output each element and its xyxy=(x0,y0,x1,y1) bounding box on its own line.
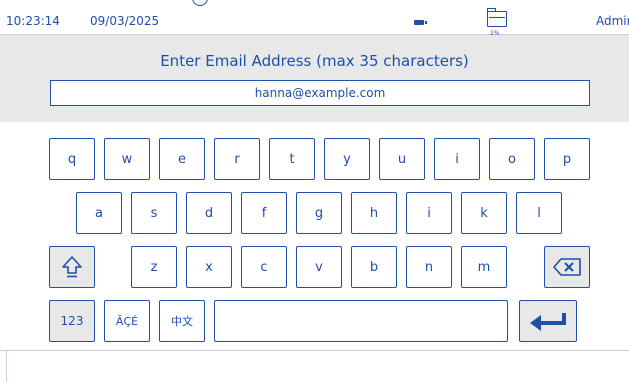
shift-key[interactable] xyxy=(49,246,95,288)
key-m[interactable]: m xyxy=(461,246,507,288)
key-n[interactable]: n xyxy=(406,246,452,288)
entry-title: Enter Email Address (max 35 characters) xyxy=(160,52,469,70)
footer-divider xyxy=(0,350,629,351)
key-l[interactable]: l xyxy=(516,192,562,234)
key-w[interactable]: w xyxy=(104,138,150,180)
key-b[interactable]: b xyxy=(351,246,397,288)
numbers-key[interactable]: 123 xyxy=(49,300,95,342)
status-date: 09/03/2025 xyxy=(90,14,160,28)
backspace-key[interactable] xyxy=(544,246,590,288)
key-f[interactable]: f xyxy=(241,192,287,234)
key-z[interactable]: z xyxy=(131,246,177,288)
key-a[interactable]: a xyxy=(76,192,122,234)
key-v[interactable]: v xyxy=(296,246,342,288)
accents-key[interactable]: ĂÇÉ xyxy=(104,300,150,342)
enter-arrow-icon xyxy=(530,313,566,331)
email-input[interactable]: hanna@example.com xyxy=(50,80,590,106)
key-c[interactable]: c xyxy=(241,246,287,288)
entry-panel: Enter Email Address (max 35 characters) … xyxy=(0,35,629,122)
backspace-icon xyxy=(553,258,581,276)
shift-arrow-icon xyxy=(62,256,82,278)
keyboard: q w e r t y u i o p a s d f g h i k l z … xyxy=(0,122,629,350)
key-h[interactable]: h xyxy=(351,192,397,234)
status-user[interactable]: Admin xyxy=(596,14,629,28)
top-strip xyxy=(0,0,629,8)
key-x[interactable]: x xyxy=(186,246,232,288)
key-e[interactable]: e xyxy=(159,138,205,180)
key-q[interactable]: q xyxy=(49,138,95,180)
key-r[interactable]: r xyxy=(214,138,260,180)
key-s[interactable]: s xyxy=(131,192,177,234)
key-o[interactable]: o xyxy=(489,138,535,180)
status-time: 10:23:14 xyxy=(6,14,60,28)
key-i[interactable]: i xyxy=(434,138,480,180)
space-key[interactable] xyxy=(214,300,508,342)
status-bar: 10:23:14 09/03/2025 1% Admin xyxy=(0,8,629,37)
key-p[interactable]: p xyxy=(544,138,590,180)
key-g[interactable]: g xyxy=(296,192,342,234)
key-t[interactable]: t xyxy=(269,138,315,180)
key-d[interactable]: d xyxy=(186,192,232,234)
storage-icon: 1% xyxy=(487,8,507,37)
key-i-row2[interactable]: i xyxy=(406,192,452,234)
key-k[interactable]: k xyxy=(461,192,507,234)
key-u[interactable]: u xyxy=(379,138,425,180)
top-logo-fragment xyxy=(192,0,208,6)
chinese-key[interactable]: 中文 xyxy=(159,300,205,342)
battery-icon xyxy=(414,20,427,25)
footer-left-divider xyxy=(6,350,7,382)
key-y[interactable]: y xyxy=(324,138,370,180)
enter-key[interactable] xyxy=(519,300,577,342)
